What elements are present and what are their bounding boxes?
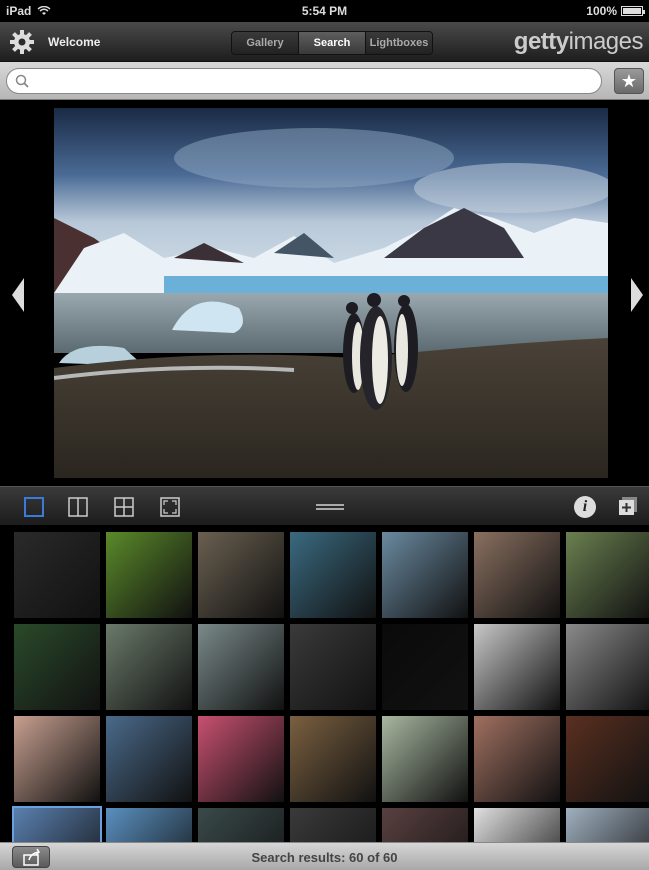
status-bar: iPad 5:54 PM 100% [0,0,649,22]
search-field[interactable] [6,68,602,94]
thumbnail[interactable] [14,532,100,618]
thumbnail[interactable] [474,808,560,842]
thumbnail[interactable] [382,532,468,618]
thumbnail[interactable] [566,624,649,710]
thumbnail[interactable] [382,716,468,802]
thumbnail[interactable] [198,624,284,710]
battery-icon [621,6,645,16]
thumbnail[interactable] [198,808,284,842]
thumbnail[interactable] [12,806,102,842]
previous-arrow-icon[interactable] [10,276,26,314]
thumbnail[interactable] [290,716,376,802]
hero-image[interactable] [54,108,608,478]
thumbnail[interactable] [198,532,284,618]
favorites-button[interactable]: ★ [614,68,644,94]
two-column-icon[interactable] [68,497,88,517]
thumbnail[interactable] [290,624,376,710]
fullscreen-icon[interactable] [160,497,180,517]
tab-lightboxes[interactable]: Lightboxes [366,32,432,54]
tab-search[interactable]: Search [299,32,366,54]
thumbnail[interactable] [382,624,468,710]
penguin-photo [54,108,608,478]
thumbnail[interactable] [566,808,649,842]
thumbnail[interactable] [474,532,560,618]
view-toolbar: i [0,486,649,526]
gear-icon[interactable] [10,30,34,54]
thumbnail[interactable] [382,808,468,842]
section-tabs: Gallery Search Lightboxes [231,31,433,55]
results-count: Search results: 60 of 60 [251,850,398,865]
thumbnail[interactable] [566,532,649,618]
brand-bold: getty [513,28,569,55]
search-input[interactable] [33,72,593,90]
thumbnail[interactable] [290,808,376,842]
image-viewer [0,100,649,486]
bottom-bar: Search results: 60 of 60 [0,842,649,870]
welcome-button[interactable]: Welcome [48,35,100,49]
thumbnail[interactable] [106,532,192,618]
thumbnail[interactable] [14,624,100,710]
tab-gallery[interactable]: Gallery [232,32,299,54]
grid-icon[interactable] [114,497,134,517]
thumbnail[interactable] [106,808,192,842]
thumbnail[interactable] [566,716,649,802]
thumbnail[interactable] [474,716,560,802]
thumbnail[interactable] [198,716,284,802]
next-arrow-icon[interactable] [629,276,645,314]
battery-percent: 100% [586,4,617,18]
thumbnail[interactable] [14,716,100,802]
thumbnail[interactable] [290,532,376,618]
brand-light: images [568,28,644,55]
battery: 100% [586,4,645,18]
thumbnail[interactable] [106,716,192,802]
grip-handle-icon[interactable] [316,504,344,510]
add-to-lightbox-icon[interactable] [618,496,638,516]
clock: 5:54 PM [301,4,348,18]
info-icon[interactable]: i [574,496,596,518]
thumbnail[interactable] [474,624,560,710]
single-view-icon[interactable] [24,497,44,517]
thumbnail-grid [0,526,649,842]
gettyimages-logo: gettyimages [513,28,644,56]
search-icon [15,74,29,88]
nav-bar: Welcome Gallery Search Lightboxes gettyi… [0,22,649,62]
search-bar: ★ [0,62,649,100]
thumbnail[interactable] [106,624,192,710]
star-icon: ★ [620,71,638,91]
